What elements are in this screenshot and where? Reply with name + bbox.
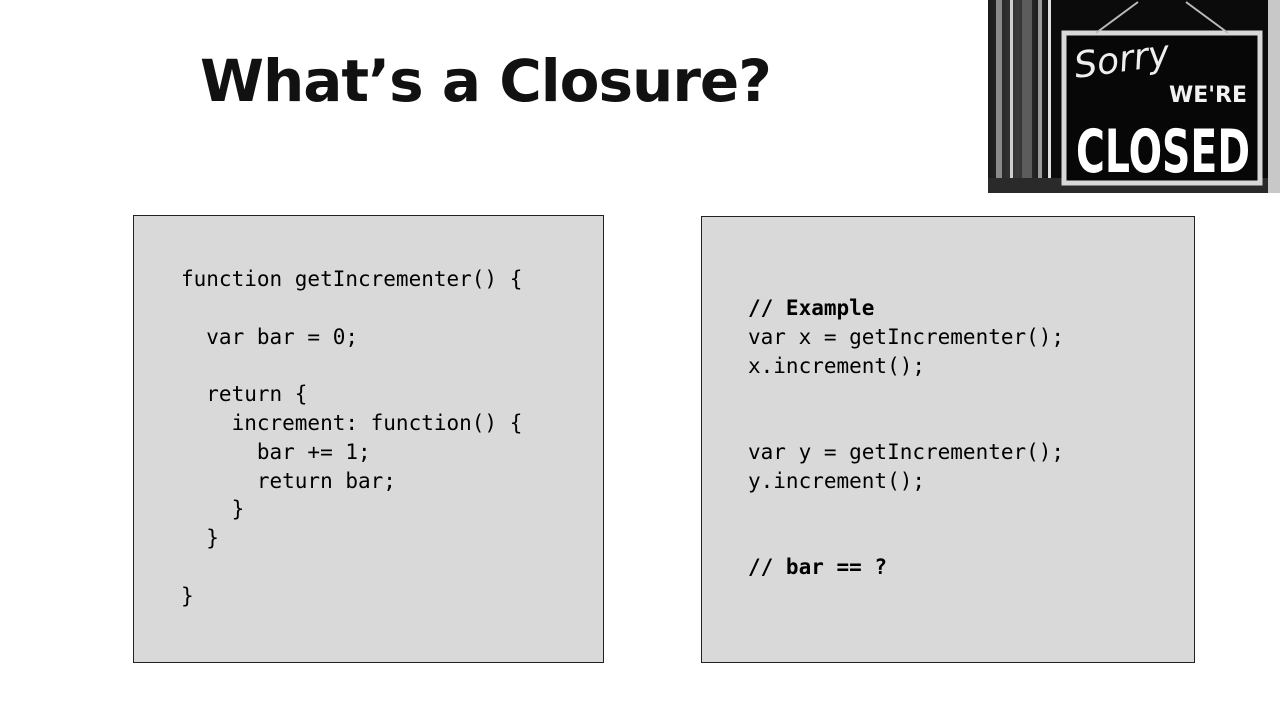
- code-line: var x = getIncrementer();: [748, 324, 1065, 349]
- code-line: return bar;: [181, 468, 396, 493]
- code-comment-example: // Example: [748, 296, 875, 320]
- code-line: x.increment();: [748, 353, 926, 378]
- sign-line2-text: CLOSED: [1076, 117, 1250, 187]
- code-line: y.increment();: [748, 468, 926, 493]
- code-line: bar += 1;: [181, 439, 371, 464]
- code-comment-question: // bar == ?: [748, 555, 888, 580]
- code-line: }: [181, 583, 194, 608]
- code-line: function getIncrementer() {: [181, 267, 523, 291]
- code-block-example: // Example var x = getIncrementer(); x.i…: [701, 216, 1195, 663]
- sign-line1-text: WE'RE: [1169, 83, 1247, 108]
- code-line: }: [181, 526, 219, 551]
- code-line: }: [181, 497, 245, 522]
- code-line: var bar = 0;: [181, 324, 359, 349]
- code-line: var y = getIncrementer();: [748, 439, 1065, 464]
- code-line: increment: function() {: [181, 410, 523, 435]
- slide-title: What’s a Closure?: [200, 47, 772, 115]
- closed-sign-photo: Sorry WE'RE CLOSED: [988, 0, 1280, 193]
- code-line: return {: [181, 382, 308, 407]
- code-block-get-incrementer: function getIncrementer() { var bar = 0;…: [133, 215, 604, 663]
